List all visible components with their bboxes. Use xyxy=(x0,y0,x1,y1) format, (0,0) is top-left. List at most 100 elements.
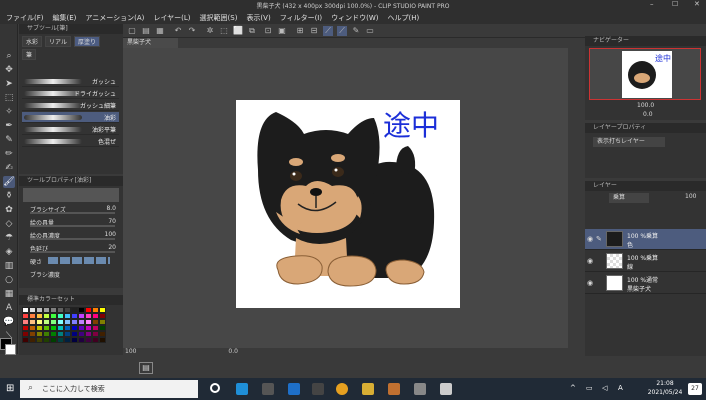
pen-pressure-icon[interactable]: ✎ xyxy=(351,26,361,36)
snap-ruler-icon[interactable]: ⊟ xyxy=(309,26,319,36)
layer-mode-dropdown[interactable]: 表示打ちレイヤー xyxy=(593,137,665,147)
color-swatch[interactable] xyxy=(43,337,50,343)
airbrush-icon[interactable]: ⚱ xyxy=(3,190,15,202)
prop-paint-density[interactable]: 絵の具濃度 100 xyxy=(22,230,122,240)
save-icon[interactable]: ▦ xyxy=(155,26,165,36)
pen-icon[interactable]: ✎ xyxy=(3,134,15,146)
brush-oil-flat[interactable]: 油彩平筆 xyxy=(22,124,119,135)
crop-icon[interactable]: ⊡ xyxy=(263,26,273,36)
eye-icon[interactable]: ◉ xyxy=(587,279,593,287)
taskbar-clock[interactable]: 21:08 2021/05/24 xyxy=(646,379,684,397)
color-swatch[interactable] xyxy=(99,337,106,343)
eye-icon[interactable]: ◉ xyxy=(587,235,593,243)
clip-studio-icon[interactable] xyxy=(440,383,452,395)
frame-icon[interactable]: ▦ xyxy=(3,288,15,300)
transform-icon[interactable]: ⬚ xyxy=(219,26,229,36)
menu-help[interactable]: ヘルプ(H) xyxy=(387,13,419,23)
explorer-icon[interactable] xyxy=(362,383,374,395)
color-swatch-grid[interactable] xyxy=(22,307,106,343)
prop-paint-amount[interactable]: 絵の具量 70 xyxy=(22,217,122,227)
lasso-icon[interactable]: ✧ xyxy=(3,106,15,118)
close-icon[interactable]: ✕ xyxy=(694,0,700,8)
tab-watercolor[interactable]: 水彩 xyxy=(22,36,43,47)
brush-color-mix[interactable]: 色混ぜ xyxy=(22,136,119,147)
snap-special-icon[interactable]: ⟋ xyxy=(323,26,333,36)
figure-icon[interactable]: ○ xyxy=(3,274,15,286)
color-swatch[interactable] xyxy=(57,337,64,343)
fill-icon[interactable]: ▣ xyxy=(277,26,287,36)
text-icon[interactable]: A xyxy=(3,302,15,314)
color-swatch[interactable] xyxy=(78,337,85,343)
brush-gouache-fine[interactable]: ガッシュ細筆 xyxy=(22,100,119,111)
clear-icon[interactable]: ✲ xyxy=(205,26,215,36)
new-icon[interactable]: ▢ xyxy=(127,26,137,36)
eye-icon[interactable]: ◉ xyxy=(587,257,593,265)
blend-icon[interactable]: ☂ xyxy=(3,232,15,244)
store-icon[interactable] xyxy=(262,383,274,395)
hand-icon[interactable]: ▭ xyxy=(365,26,375,36)
layer-row[interactable]: ◉ ✎ 100 %乗算 色 xyxy=(585,229,706,250)
tab-brush-group[interactable]: 筆 xyxy=(22,49,37,60)
color-swatch[interactable] xyxy=(64,337,71,343)
layer-row[interactable]: ◉ 100 %乗算 線 xyxy=(585,251,706,272)
notification-badge[interactable]: 27 xyxy=(688,383,702,395)
snap-icon[interactable]: ⊞ xyxy=(295,26,305,36)
snap-grid-icon[interactable]: ⟋ xyxy=(337,26,347,36)
fill-bucket-icon[interactable]: ◈ xyxy=(3,246,15,258)
brush-dry-gouache[interactable]: ドライガッシュ xyxy=(22,88,119,99)
brush-gouache[interactable]: ガッシュ xyxy=(22,76,119,87)
tab-thick-paint[interactable]: 厚塗り xyxy=(73,36,100,47)
app-icon[interactable] xyxy=(388,383,400,395)
zoom-icon[interactable]: ⌕ xyxy=(3,50,15,62)
maximize-icon[interactable]: ☐ xyxy=(672,0,678,8)
tray-chevron-icon[interactable]: ^ xyxy=(570,384,576,392)
eraser-icon[interactable]: ◇ xyxy=(3,218,15,230)
blend-mode-dropdown[interactable]: 乗算 xyxy=(609,193,649,203)
edge-icon[interactable] xyxy=(236,383,248,395)
menu-selection[interactable]: 選択範囲(S) xyxy=(200,13,238,23)
network-icon[interactable]: ▭ xyxy=(586,384,593,392)
zoom-value[interactable]: 100 xyxy=(125,348,136,355)
minimize-icon[interactable]: – xyxy=(650,0,654,8)
menu-view[interactable]: 表示(V) xyxy=(246,13,270,23)
navigator-angle[interactable]: 0.0 xyxy=(643,111,653,118)
operation-icon[interactable]: ➤ xyxy=(3,78,15,90)
angle-value[interactable]: 0.0 xyxy=(228,348,238,355)
canvas-paper[interactable]: 途中 xyxy=(236,100,460,308)
decoration-icon[interactable]: ✿ xyxy=(3,204,15,216)
deselect-icon[interactable]: ⬜ xyxy=(233,26,243,36)
color-swatch[interactable] xyxy=(36,337,43,343)
app-icon[interactable] xyxy=(414,383,426,395)
task-view-icon[interactable] xyxy=(210,383,220,393)
windows-start-icon[interactable]: ⊞ xyxy=(6,383,14,394)
menu-filter[interactable]: フィルター(I) xyxy=(280,13,322,23)
prop-hardness[interactable]: 硬さ xyxy=(22,256,122,266)
timeline-icon[interactable]: ▤ xyxy=(139,362,153,374)
selection-icon[interactable]: ⬚ xyxy=(3,92,15,104)
color-swatch[interactable] xyxy=(22,337,29,343)
color-swatch[interactable] xyxy=(50,337,57,343)
chrome-icon[interactable] xyxy=(336,383,348,395)
layer-row[interactable]: ◉ 100 %通常 黒柴子犬 xyxy=(585,273,706,294)
pen-lock-icon[interactable]: ✎ xyxy=(596,235,602,243)
menu-animation[interactable]: アニメーション(A) xyxy=(85,13,144,23)
layer-opacity[interactable]: 100 xyxy=(685,193,696,200)
prop-color-stretch[interactable]: 色延び 20 xyxy=(22,243,122,253)
navigator-preview[interactable]: 途中 xyxy=(589,48,701,100)
ime-icon[interactable]: A xyxy=(618,384,623,392)
tab-real[interactable]: リアル xyxy=(45,36,71,47)
volume-icon[interactable]: ◁ xyxy=(602,384,607,392)
prop-brush-size[interactable]: ブラシサイズ 8.0 xyxy=(22,204,122,214)
prop-brush-density[interactable]: ブラシ濃度 xyxy=(22,269,122,279)
brush-oil[interactable]: 油彩 xyxy=(22,112,119,123)
paintbrush-icon[interactable]: 🖌 xyxy=(3,176,15,188)
invert-icon[interactable]: ⧉ xyxy=(247,26,257,36)
color-swatch[interactable] xyxy=(92,337,99,343)
navigator-zoom[interactable]: 100.0 xyxy=(637,102,654,109)
color-swatch[interactable] xyxy=(71,337,78,343)
balloon-icon[interactable]: 💬 xyxy=(3,316,15,328)
mail-icon[interactable] xyxy=(288,383,300,395)
undo-icon[interactable]: ↶ xyxy=(173,26,183,36)
app-icon[interactable] xyxy=(312,383,324,395)
taskbar-search[interactable]: ここに入力して検索 xyxy=(20,380,198,398)
